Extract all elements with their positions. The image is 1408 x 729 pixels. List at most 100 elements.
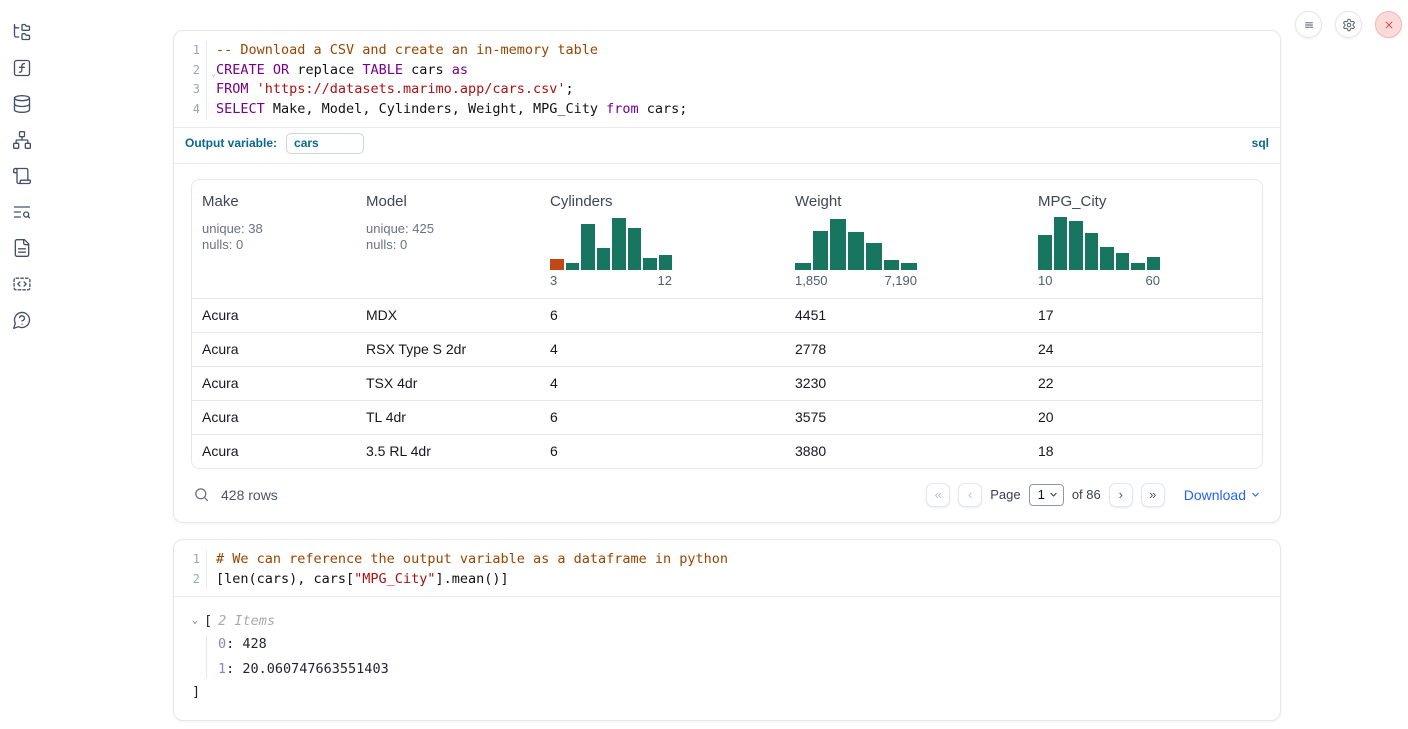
histogram-bar — [884, 260, 900, 270]
python-cell: 1# We can reference the output variable … — [173, 539, 1281, 721]
next-page-button[interactable]: › — [1109, 483, 1133, 507]
table-footer: 428 rows « ‹ Page 1 of 86 › » Downl — [191, 477, 1263, 509]
histogram-axis-labels: 312 — [550, 273, 672, 288]
histogram-bar — [866, 243, 882, 270]
histogram-bar — [597, 248, 611, 270]
file-tree-icon — [12, 22, 32, 42]
search-list-icon — [12, 202, 32, 222]
marimo-notebook-app: 1-- Download a CSV and create an in-memo… — [0, 0, 1408, 729]
table-cell: 2778 — [785, 341, 1028, 357]
histogram-weight: 1,8507,190 — [795, 217, 917, 288]
help-button[interactable] — [12, 310, 32, 330]
table-cell: 22 — [1028, 375, 1262, 391]
histogram-bar — [566, 263, 580, 269]
table-cell: Acura — [192, 375, 356, 391]
output-variable-row: Output variable: sql — [174, 127, 1280, 163]
download-label: Download — [1184, 487, 1246, 503]
column-stats: unique: 425nulls: 0 — [366, 221, 532, 254]
fold-chevron-icon[interactable]: ⌄ — [211, 64, 216, 84]
sql-cell: 1-- Download a CSV and create an in-memo… — [173, 30, 1281, 523]
datasources-button[interactable] — [12, 94, 32, 114]
sql-cell-output: Makeunique: 38nulls: 0Modelunique: 425nu… — [174, 163, 1280, 522]
last-page-button[interactable]: » — [1141, 483, 1165, 507]
page-select[interactable]: 1 — [1029, 484, 1064, 506]
help-bubble-icon — [12, 310, 32, 330]
scratchpad-button[interactable] — [12, 166, 32, 186]
functions-button[interactable] — [12, 58, 32, 78]
column-header-weight[interactable]: Weight 1,8507,190 — [785, 180, 1028, 298]
column-name: Cylinders — [550, 193, 777, 211]
table-cell: Acura — [192, 443, 356, 459]
table-cell: 3230 — [785, 375, 1028, 391]
row-count: 428 rows — [221, 487, 278, 503]
column-header-model[interactable]: Modelunique: 425nulls: 0 — [356, 180, 540, 298]
line-number: 4 — [174, 100, 207, 120]
output-variable-input[interactable] — [286, 133, 364, 154]
page-select-value: 1 — [1038, 487, 1045, 502]
table-cell: 3575 — [785, 409, 1028, 425]
list-item: 0: 428 — [218, 635, 1262, 653]
search-icon[interactable] — [193, 486, 210, 503]
items-count-label: 2 Items — [218, 611, 275, 631]
table-cell: 6 — [540, 307, 785, 323]
histogram-bar — [1147, 257, 1161, 270]
table-cell: TSX 4dr — [356, 375, 540, 391]
histogram-bar — [1100, 247, 1114, 270]
documentation-button[interactable] — [12, 238, 32, 258]
column-header-mpg_city[interactable]: MPG_City1060 — [1028, 180, 1262, 298]
table-row: AcuraMDX6445117 — [192, 298, 1262, 332]
column-header-cylinders[interactable]: Cylinders 312 — [540, 180, 785, 298]
settings-button[interactable] — [1335, 11, 1362, 38]
table-row: Acura3.5 RL 4dr6388018 — [192, 434, 1262, 468]
chevrons-left-icon: « — [935, 487, 942, 502]
chevron-right-icon: › — [1119, 487, 1123, 502]
page-total: of 86 — [1072, 487, 1101, 502]
page-label: Page — [990, 487, 1020, 502]
chevrons-right-icon: » — [1149, 487, 1156, 502]
line-number: 2⌄ — [174, 61, 207, 81]
sidebar — [0, 0, 44, 729]
table-row: AcuraTL 4dr6357520 — [192, 400, 1262, 434]
column-name: Weight — [795, 193, 1020, 211]
column-header-make[interactable]: Makeunique: 38nulls: 0 — [192, 180, 356, 298]
table-cell: 6 — [540, 443, 785, 459]
document-icon — [12, 238, 32, 258]
code-line: 2⌄CREATE OR replace TABLE cars as — [174, 61, 1280, 81]
table-cell: RSX Type S 2dr — [356, 341, 540, 357]
close-bracket: ] — [192, 682, 1262, 702]
snippets-button[interactable] — [12, 274, 32, 294]
sql-code-editor[interactable]: 1-- Download a CSV and create an in-memo… — [174, 31, 1280, 127]
histogram-bar — [659, 255, 673, 270]
code-snippet-icon — [12, 274, 32, 294]
download-button[interactable]: Download — [1184, 487, 1261, 503]
histogram-bar — [1054, 217, 1068, 270]
gear-icon — [1342, 18, 1356, 32]
histogram-axis-labels: 1,8507,190 — [795, 273, 917, 288]
histogram-bar — [628, 228, 642, 270]
collapse-icon[interactable]: ⌄ — [192, 611, 198, 631]
table-body: AcuraMDX6445117AcuraRSX Type S 2dr427782… — [192, 298, 1262, 468]
dependency-graph-button[interactable] — [12, 130, 32, 150]
file-explorer-button[interactable] — [12, 22, 32, 42]
table-cell: 3.5 RL 4dr — [356, 443, 540, 459]
menu-button[interactable] — [1295, 11, 1322, 38]
histogram-bar — [1085, 233, 1099, 270]
tree-entries: 0: 4281: 20.060747663551403 — [206, 635, 1262, 678]
table-cell: 6 — [540, 409, 785, 425]
table-cell: MDX — [356, 307, 540, 323]
logs-button[interactable] — [12, 202, 32, 222]
first-page-button[interactable]: « — [926, 483, 950, 507]
histogram-bar — [612, 218, 626, 269]
histogram-bar — [901, 263, 917, 269]
table-cell: Acura — [192, 409, 356, 425]
code-line: 1-- Download a CSV and create an in-memo… — [174, 41, 1280, 61]
table-cell: TL 4dr — [356, 409, 540, 425]
network-icon — [12, 130, 32, 150]
python-code-editor[interactable]: 1# We can reference the output variable … — [174, 540, 1280, 596]
column-stats: unique: 38nulls: 0 — [202, 221, 348, 254]
histogram-bar — [550, 259, 564, 270]
shutdown-button[interactable] — [1375, 11, 1402, 38]
histogram-cylinders: 312 — [550, 217, 672, 288]
prev-page-button[interactable]: ‹ — [958, 483, 982, 507]
histogram-bar — [1069, 221, 1083, 270]
